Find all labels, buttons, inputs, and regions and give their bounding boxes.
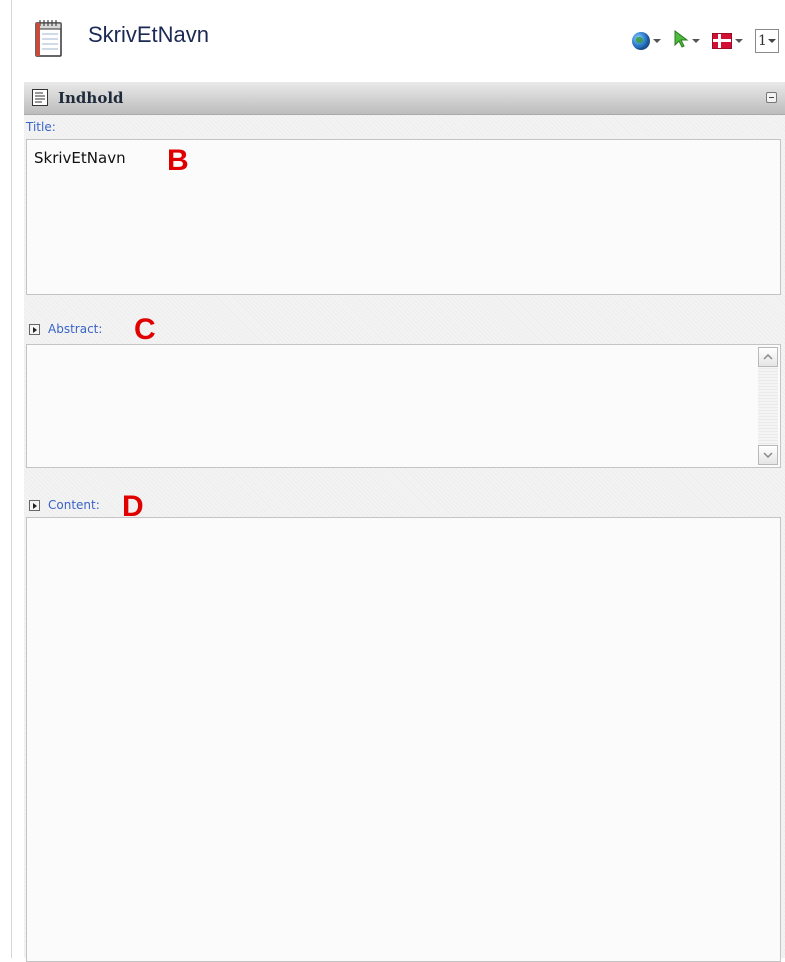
- content-panel: Indhold Title: SkrivEtNavn B Abstract: C…: [24, 82, 785, 962]
- language-menu-button[interactable]: [712, 33, 743, 49]
- annotation-b: B: [167, 144, 189, 177]
- globe-icon: [632, 32, 650, 50]
- abstract-label[interactable]: Abstract:: [48, 322, 102, 336]
- left-border: [11, 0, 12, 958]
- annotation-c: C: [134, 313, 156, 346]
- number-selector[interactable]: 1: [755, 29, 779, 53]
- panel-title: Indhold: [58, 89, 124, 107]
- cursor-menu-button[interactable]: [673, 30, 700, 52]
- chevron-down-icon: [692, 39, 700, 43]
- title-input-value: SkrivEtNavn: [34, 149, 126, 167]
- title-label: Title:: [26, 120, 56, 134]
- danish-flag-icon: [712, 33, 732, 49]
- panel-header: Indhold: [24, 82, 785, 115]
- scroll-down-button[interactable]: [758, 445, 778, 465]
- content-label[interactable]: Content:: [48, 498, 100, 512]
- title-input[interactable]: SkrivEtNavn: [26, 139, 781, 295]
- document-icon: [32, 89, 48, 106]
- chevron-down-icon: [653, 39, 661, 43]
- globe-menu-button[interactable]: [632, 32, 661, 50]
- number-selector-value: 1: [758, 33, 767, 49]
- scroll-up-button[interactable]: [758, 347, 778, 367]
- page-header: SkrivEtNavn 1: [22, 0, 785, 80]
- abstract-textarea[interactable]: [26, 344, 781, 468]
- abstract-scrollbar[interactable]: [758, 347, 778, 465]
- collapse-icon[interactable]: [766, 92, 777, 103]
- chevron-down-icon: [735, 39, 743, 43]
- cursor-icon: [673, 30, 689, 52]
- page-title: SkrivEtNavn: [88, 22, 210, 47]
- abstract-expand-icon[interactable]: [29, 324, 40, 335]
- header-toolbar: 1: [632, 28, 779, 54]
- notepad-icon: [34, 18, 64, 58]
- chevron-down-icon: [767, 39, 776, 43]
- content-expand-icon[interactable]: [29, 500, 40, 511]
- content-editor[interactable]: [26, 517, 781, 962]
